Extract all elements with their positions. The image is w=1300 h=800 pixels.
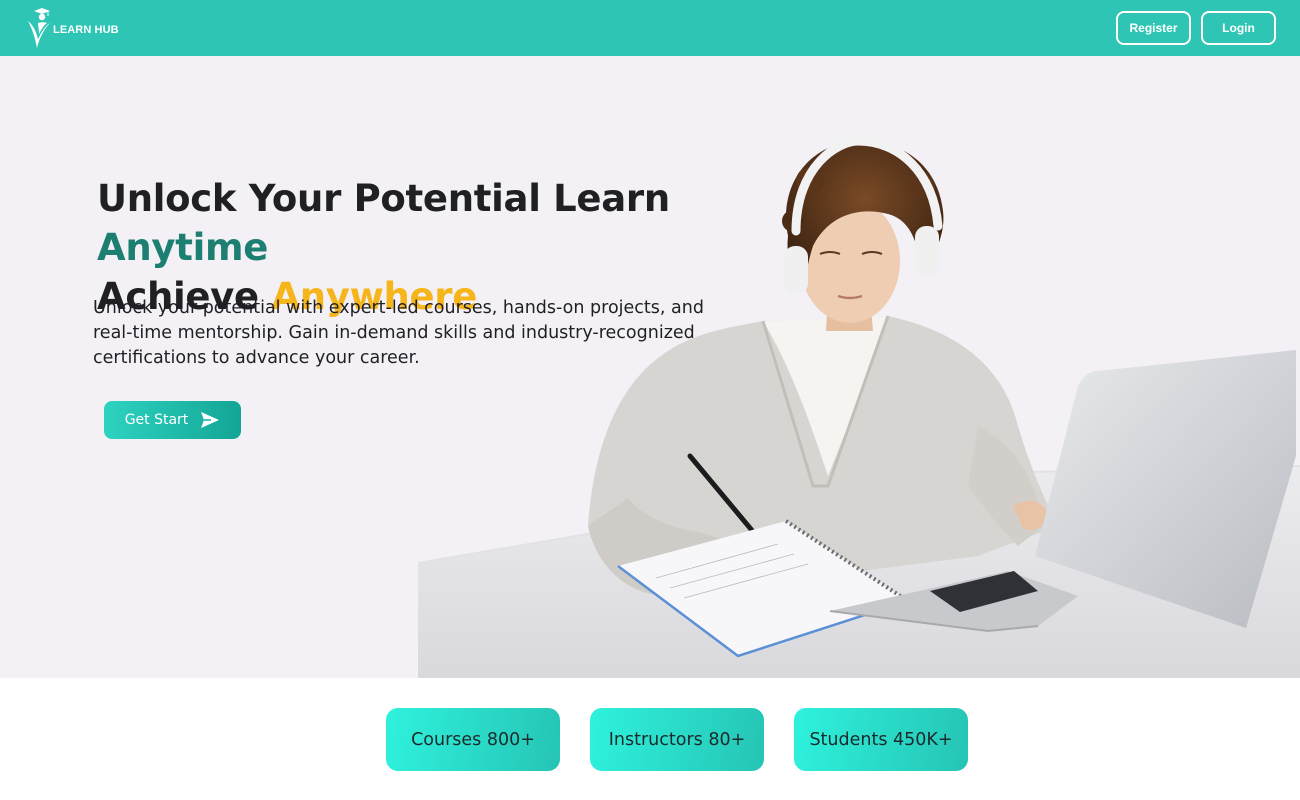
hero-section: Unlock Your Potential Learn Anytime Achie… <box>0 56 1300 678</box>
stat-courses[interactable]: Courses 800+ <box>386 708 560 771</box>
top-nav-bar: LEARN HUB Register Login <box>0 0 1300 56</box>
send-arrow-icon <box>201 412 220 428</box>
login-button[interactable]: Login <box>1201 11 1276 45</box>
student-laptop-illustration <box>418 136 1300 678</box>
stat-instructors[interactable]: Instructors 80+ <box>590 708 764 771</box>
graduate-logo-icon <box>28 8 50 48</box>
brand-logo[interactable]: LEARN HUB <box>26 6 119 50</box>
get-start-button[interactable]: Get Start <box>104 401 241 439</box>
get-start-label: Get Start <box>124 412 189 428</box>
register-button[interactable]: Register <box>1116 11 1191 45</box>
stat-students[interactable]: Students 450K+ <box>794 708 968 771</box>
brand-name: LEARN HUB <box>53 23 119 36</box>
headline-accent-anytime: Anytime <box>97 226 269 269</box>
